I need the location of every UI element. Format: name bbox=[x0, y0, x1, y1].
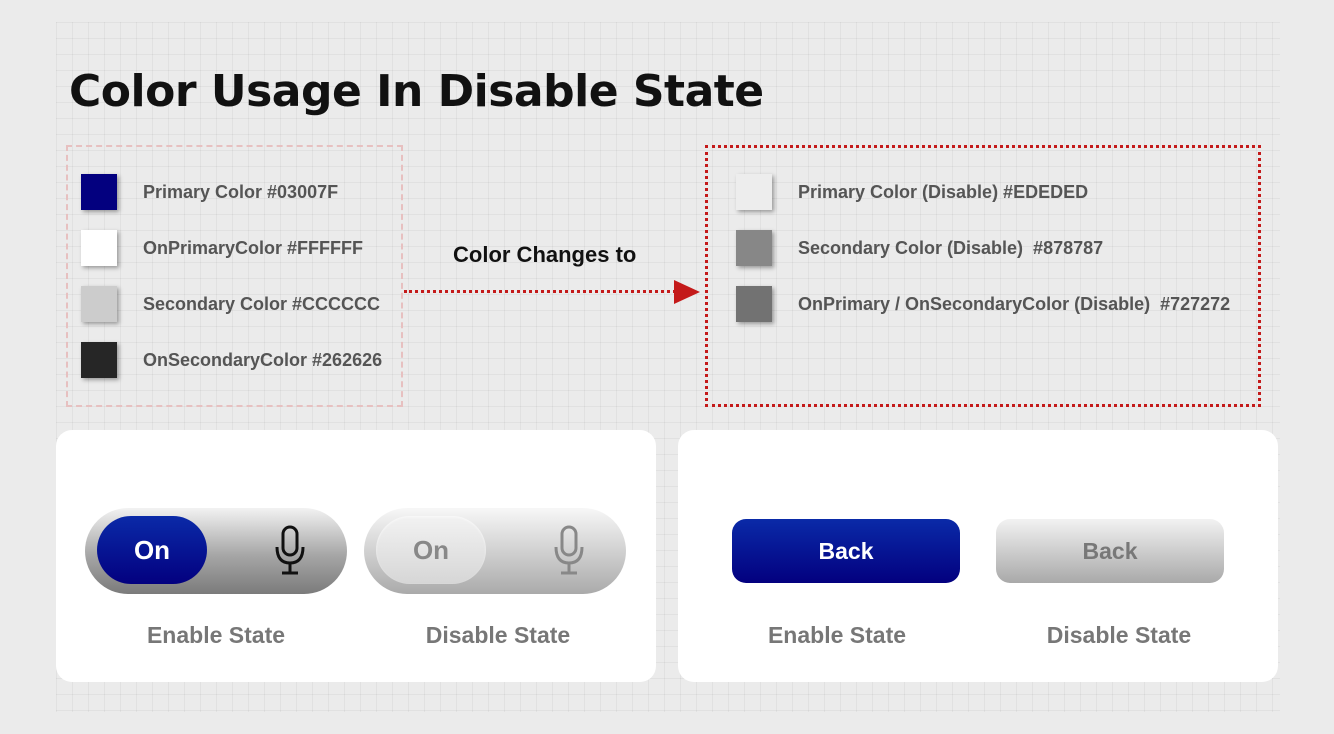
page-title: Color Usage In Disable State bbox=[69, 66, 764, 117]
palette-row-primary: Primary Color #03007F bbox=[81, 174, 338, 210]
palette-row-secondary: Secondary Color #CCCCCC bbox=[81, 286, 380, 322]
microphone-icon bbox=[275, 525, 305, 575]
on-primary-label: OnPrimaryColor #FFFFFF bbox=[143, 237, 364, 258]
toggle-enabled[interactable]: On bbox=[85, 508, 347, 594]
palette-row-on-disable: OnPrimary / OnSecondaryColor (Disable) #… bbox=[736, 286, 1230, 322]
secondary-swatch bbox=[81, 286, 117, 322]
on-secondary-swatch bbox=[81, 342, 117, 378]
toggle-disabled-knob[interactable]: On bbox=[376, 516, 486, 584]
arrow-label: Color Changes to bbox=[453, 242, 637, 267]
primary-disable-swatch bbox=[736, 174, 772, 210]
primary-disable-label: Primary Color (Disable) #EDEDED bbox=[798, 181, 1089, 202]
primary-label: Primary Color #03007F bbox=[143, 181, 339, 202]
arrow-line bbox=[404, 290, 676, 293]
toggle-disable-state-label: Disable State bbox=[425, 622, 571, 648]
secondary-disable-label: Secondary Color (Disable) #878787 bbox=[798, 237, 1104, 258]
toggle-enabled-knob[interactable]: On bbox=[97, 516, 207, 584]
toggle-enable-state-label: Enable State bbox=[146, 622, 286, 648]
back-button-disabled[interactable]: Back bbox=[996, 519, 1224, 583]
arrow-right-icon bbox=[674, 280, 700, 304]
secondary-disable-swatch bbox=[736, 230, 772, 266]
palette-row-on-secondary: OnSecondaryColor #262626 bbox=[81, 342, 382, 378]
palette-row-secondary-disable: Secondary Color (Disable) #878787 bbox=[736, 230, 1103, 266]
back-button-enabled[interactable]: Back bbox=[732, 519, 960, 583]
on-primary-swatch bbox=[81, 230, 117, 266]
on-secondary-label: OnSecondaryColor #262626 bbox=[143, 349, 383, 370]
microphone-icon bbox=[554, 525, 584, 575]
button-disable-state-label: Disable State bbox=[1046, 622, 1192, 648]
palette-row-on-primary: OnPrimaryColor #FFFFFF bbox=[81, 230, 363, 266]
secondary-label: Secondary Color #CCCCCC bbox=[143, 293, 381, 314]
button-enable-state-label: Enable State bbox=[767, 622, 907, 648]
on-disable-label: OnPrimary / OnSecondaryColor (Disable) #… bbox=[798, 293, 1231, 314]
toggle-disabled[interactable]: On bbox=[364, 508, 626, 594]
primary-swatch bbox=[81, 174, 117, 210]
palette-row-primary-disable: Primary Color (Disable) #EDEDED bbox=[736, 174, 1088, 210]
on-disable-swatch bbox=[736, 286, 772, 322]
